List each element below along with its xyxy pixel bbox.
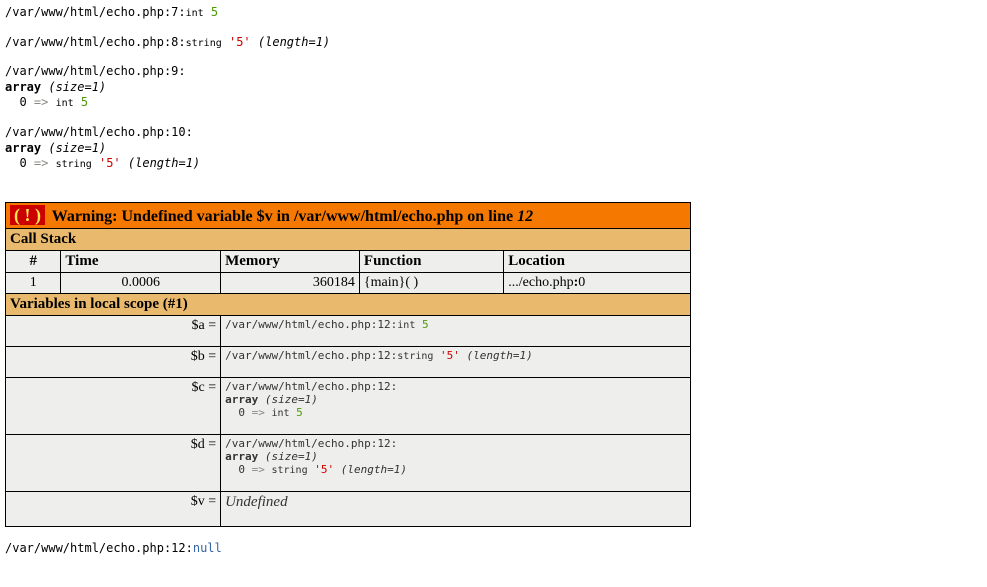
scope-header: Variables in local scope (#1) [6,293,691,315]
error-header: ( ! ) Warning: Undefined variable $v in … [6,202,691,228]
col-location: Location [504,250,691,272]
vardump-line-8: /var/www/html/echo.php:8:string '5' (len… [5,35,982,51]
vardump-line-12: /var/www/html/echo.php:12:null [5,541,982,557]
callstack-header: Call Stack [6,228,691,250]
vardump-line-10: /var/www/html/echo.php:10: array (size=1… [5,125,982,172]
vardump-line-9: /var/www/html/echo.php:9: array (size=1)… [5,64,982,111]
scope-var-a: $a = /var/www/html/echo.php:12:int 5 [6,315,691,346]
col-function: Function [359,250,503,272]
col-num: # [6,250,61,272]
scope-var-c: $c = /var/www/html/echo.php:12:array (si… [6,377,691,434]
vardump-line-7: /var/www/html/echo.php:7:int 5 [5,5,982,21]
scope-var-d: $d = /var/www/html/echo.php:12:array (si… [6,434,691,491]
warning-icon: ( ! ) [10,205,45,225]
callstack-row: 1 0.0006 360184 {main}( ) .../echo.php:0 [6,272,691,293]
scope-var-v: $v = Undefined [6,491,691,526]
scope-var-b: $b = /var/www/html/echo.php:12:string '5… [6,346,691,377]
col-time: Time [61,250,221,272]
col-memory: Memory [221,250,360,272]
xdebug-error-table: ( ! ) Warning: Undefined variable $v in … [5,202,691,527]
